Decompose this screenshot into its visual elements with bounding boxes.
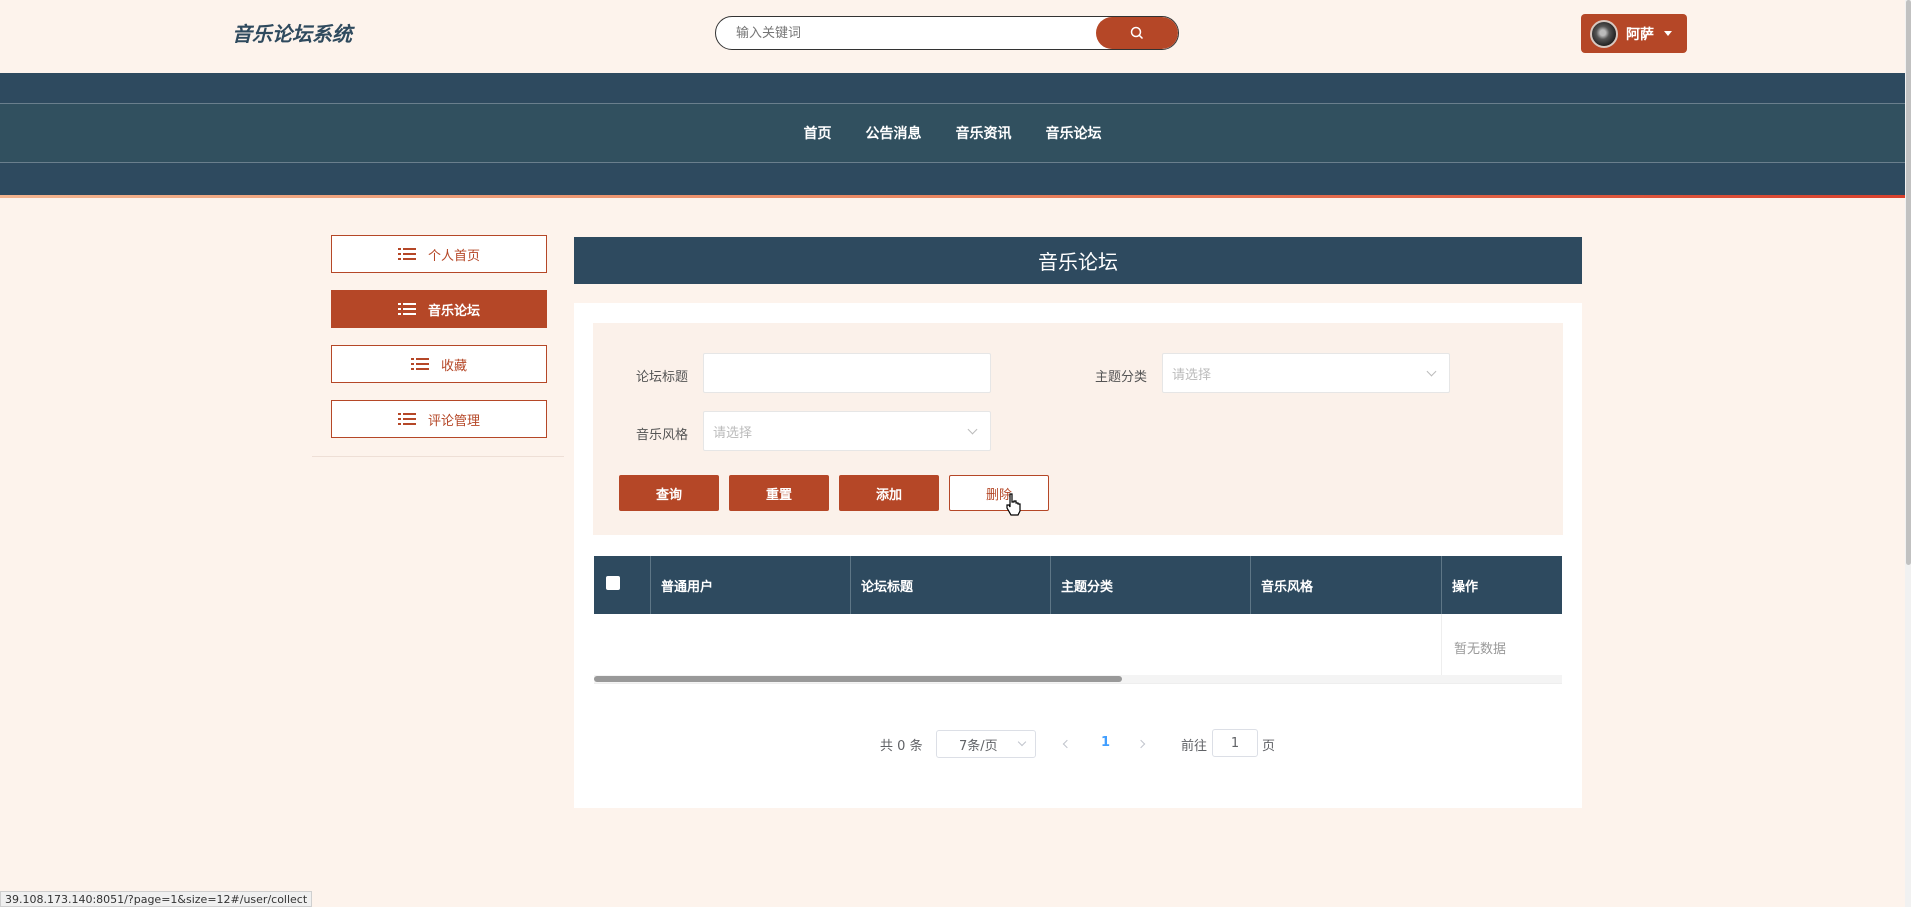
- table-divider: [594, 683, 1562, 684]
- total-count: 0: [897, 739, 906, 754]
- page-number-current[interactable]: 1: [1101, 735, 1110, 750]
- sidebar-item-profile[interactable]: 个人首页: [331, 235, 547, 273]
- avatar: [1590, 19, 1618, 48]
- topic-filter-placeholder: 请选择: [1172, 367, 1212, 383]
- user-name: 阿萨: [1626, 26, 1654, 43]
- scrollbar-thumb[interactable]: [1906, 0, 1911, 565]
- add-button[interactable]: 添加: [839, 475, 939, 511]
- list-icon: [397, 302, 416, 316]
- chevron-down-icon: [1017, 737, 1027, 747]
- goto-prefix: 前往: [1181, 739, 1208, 754]
- sidebar-item-favorites[interactable]: 收藏: [331, 345, 547, 383]
- site-title: 音乐论坛系统: [232, 22, 352, 46]
- title-filter-label: 论坛标题: [636, 370, 689, 385]
- caret-down-icon: [1664, 31, 1672, 36]
- main-nav: 首页 公告消息 音乐资讯 音乐论坛: [0, 104, 1905, 162]
- nav-accent-stripe: [0, 195, 1905, 198]
- sidebar-item-label: 评论管理: [427, 413, 480, 429]
- page-title: 音乐论坛: [574, 237, 1582, 284]
- nav-divider: [0, 162, 1905, 163]
- nav-item-home[interactable]: 首页: [804, 123, 832, 143]
- nav-item-forum[interactable]: 音乐论坛: [1046, 123, 1102, 143]
- list-icon: [397, 412, 416, 426]
- search-input[interactable]: [736, 17, 1096, 49]
- sidebar-item-label: 音乐论坛: [427, 303, 480, 319]
- style-filter-select[interactable]: 请选择: [703, 411, 991, 451]
- empty-state: 暂无数据: [1441, 614, 1562, 684]
- column-header-topic: 主题分类: [1050, 556, 1250, 614]
- column-header-user: 普通用户: [650, 556, 850, 614]
- status-bar-url: 39.108.173.140:8051/?page=1&size=12#/use…: [0, 891, 313, 907]
- page-size-select[interactable]: 7条/页: [936, 730, 1036, 758]
- sidebar-item-label: 个人首页: [427, 248, 480, 264]
- page-size-value: 7条/页: [959, 738, 998, 754]
- title-filter-input[interactable]: [703, 353, 991, 393]
- search-button[interactable]: [1096, 17, 1178, 49]
- goto-page-input[interactable]: 1: [1212, 729, 1258, 757]
- sidebar-item-label: 收藏: [440, 358, 467, 374]
- total-suffix: 条: [909, 739, 923, 754]
- chevron-down-icon: [1426, 366, 1437, 376]
- pagination-total: 共 0 条: [880, 735, 923, 754]
- search-bar: [715, 16, 1179, 50]
- sidebar-item-forum[interactable]: 音乐论坛: [331, 290, 547, 328]
- query-button[interactable]: 查询: [619, 475, 719, 511]
- total-prefix: 共: [880, 739, 894, 754]
- sidebar-divider: [312, 456, 564, 457]
- chevron-down-icon: [967, 424, 978, 434]
- column-header-style: 音乐风格: [1250, 556, 1441, 614]
- scrollbar-thumb[interactable]: [594, 676, 1122, 682]
- topic-filter-label: 主题分类: [1095, 370, 1148, 385]
- reset-button[interactable]: 重置: [729, 475, 829, 511]
- goto-suffix: 页: [1262, 739, 1276, 754]
- style-filter-label: 音乐风格: [636, 428, 689, 443]
- list-icon: [410, 357, 429, 371]
- select-all-checkbox[interactable]: [606, 576, 620, 590]
- search-icon: [1130, 26, 1144, 40]
- nav-item-notices[interactable]: 公告消息: [866, 123, 922, 143]
- column-header-actions: 操作: [1441, 556, 1562, 614]
- list-icon: [397, 247, 416, 261]
- column-header-title: 论坛标题: [850, 556, 1050, 614]
- cursor-hand-icon: [1006, 493, 1021, 516]
- sidebar-item-comments[interactable]: 评论管理: [331, 400, 547, 438]
- nav-item-news[interactable]: 音乐资讯: [956, 123, 1012, 143]
- style-filter-placeholder: 请选择: [713, 425, 753, 441]
- user-menu-button[interactable]: 阿萨: [1581, 14, 1687, 53]
- topic-filter-select[interactable]: 请选择: [1162, 353, 1450, 393]
- delete-button[interactable]: 删除: [949, 475, 1049, 511]
